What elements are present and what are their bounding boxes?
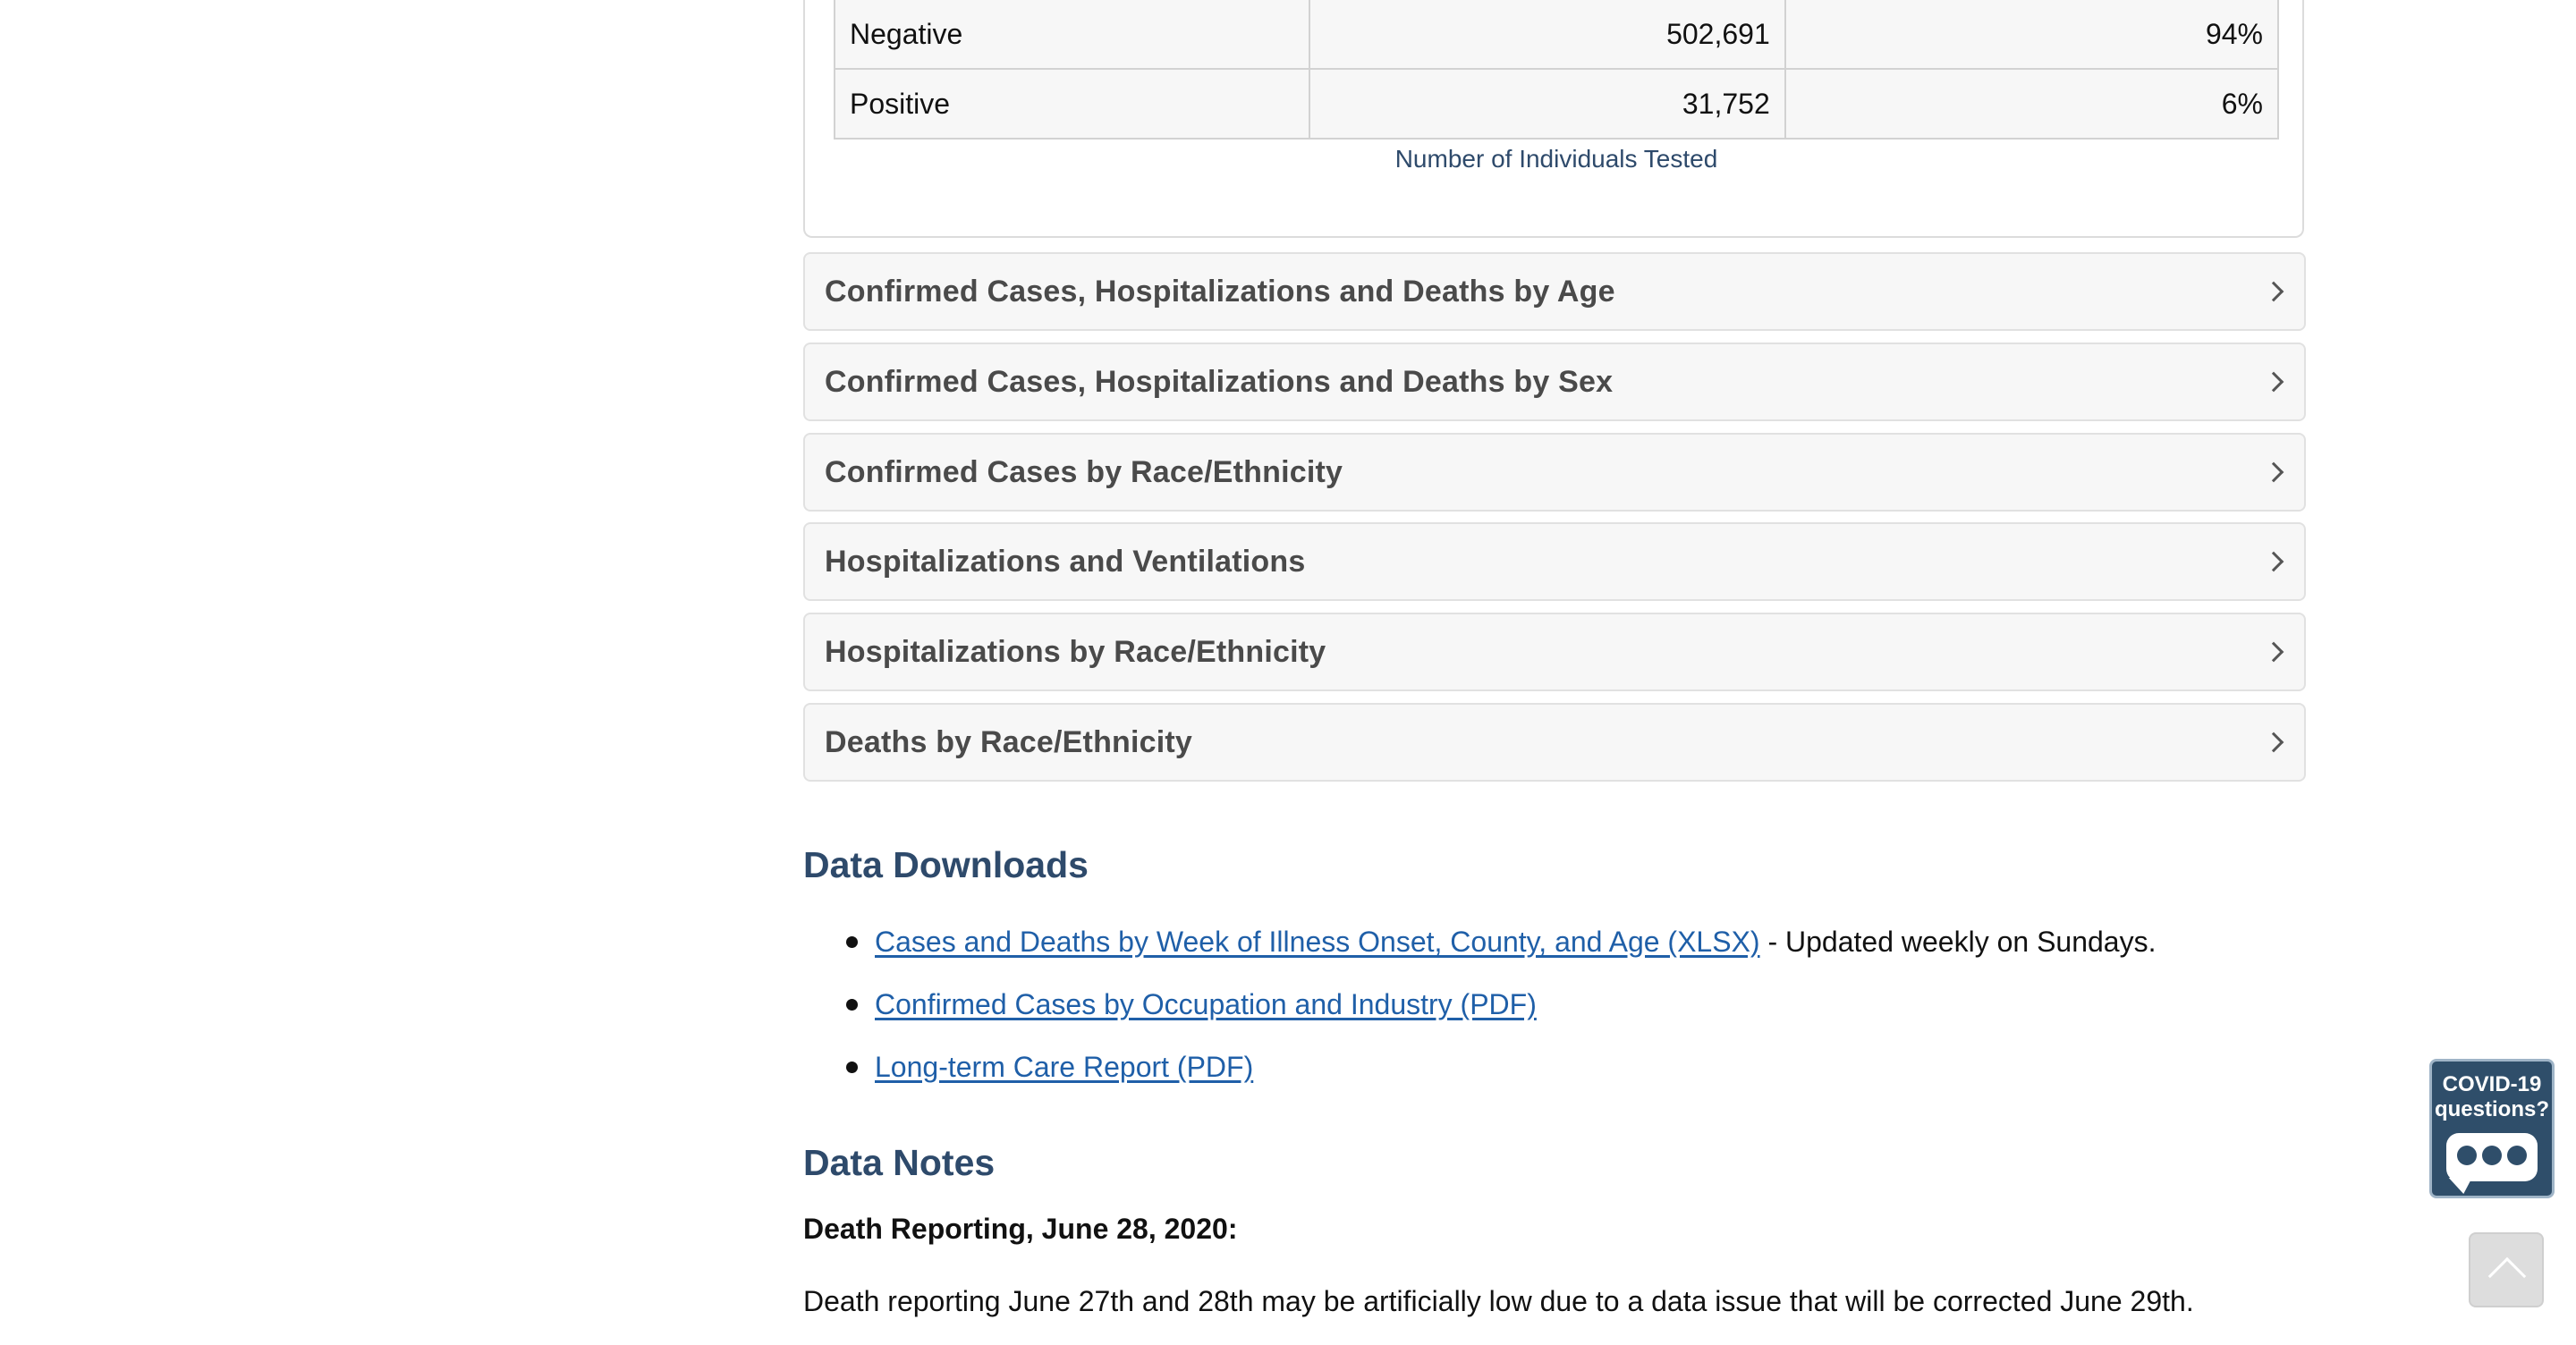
accordion-title: Confirmed Cases, Hospitalizations and De…	[825, 365, 1614, 399]
dot-icon	[2507, 1146, 2527, 1165]
table-row: Negative 502,691 94%	[833, 0, 2280, 70]
arrow-up-icon	[2487, 1256, 2527, 1296]
chevron-right-icon	[2263, 371, 2284, 393]
chevron-right-icon	[2263, 732, 2284, 753]
result-count-cell: 31,752	[1309, 68, 1786, 140]
list-item: Long-term Care Report (PDF)	[803, 1045, 2156, 1107]
list-item: Confirmed Cases by Occupation and Indust…	[803, 982, 2156, 1045]
chat-widget-line1: COVID-19	[2442, 1072, 2542, 1096]
chat-widget-line2: questions?	[2434, 1097, 2549, 1121]
covid-questions-chat-button[interactable]: COVID-19 questions?	[2429, 1059, 2555, 1198]
accordion-title: Hospitalizations by Race/Ethnicity	[825, 635, 1326, 669]
testing-results-table: Negative 502,691 94% Positive 31,752 6%	[833, 0, 2280, 140]
chevron-right-icon	[2263, 641, 2284, 663]
chat-widget-label: COVID-19 questions?	[2432, 1072, 2552, 1122]
chat-bubble-icon	[2446, 1133, 2538, 1181]
note-title: Death Reporting, June 28, 2020:	[803, 1213, 1238, 1245]
note-body: Death reporting June 27th and 28th may b…	[803, 1285, 2194, 1317]
accordion-deaths-by-sex[interactable]: Confirmed Cases, Hospitalizations and De…	[803, 343, 2306, 421]
accordion-deaths-by-race[interactable]: Deaths by Race/Ethnicity	[803, 703, 2306, 782]
table-caption: Number of Individuals Tested	[1394, 145, 1718, 173]
download-note: - Updated weekly on Sundays.	[1759, 926, 2157, 958]
data-downloads-heading: Data Downloads	[803, 844, 1089, 885]
accordion-title: Deaths by Race/Ethnicity	[825, 725, 1193, 759]
result-label-cell: Positive	[833, 68, 1311, 140]
accordion-title: Hospitalizations and Ventilations	[825, 545, 1306, 579]
chevron-right-icon	[2263, 461, 2284, 483]
chevron-right-icon	[2263, 281, 2284, 302]
download-link-cases-deaths-xlsx[interactable]: Cases and Deaths by Week of Illness Onse…	[875, 926, 1760, 958]
list-item: Cases and Deaths by Week of Illness Onse…	[803, 919, 2156, 982]
scroll-to-top-button[interactable]	[2469, 1232, 2544, 1307]
dot-icon	[2482, 1146, 2502, 1165]
chevron-right-icon	[2263, 551, 2284, 572]
bullet-icon	[846, 1062, 858, 1073]
bullet-icon	[846, 999, 858, 1011]
result-label-cell: Negative	[833, 0, 1311, 70]
bullet-icon	[846, 936, 858, 948]
accordion-deaths-by-age[interactable]: Confirmed Cases, Hospitalizations and De…	[803, 252, 2306, 331]
accordion-cases-by-race[interactable]: Confirmed Cases by Race/Ethnicity	[803, 433, 2306, 512]
accordion-hospitalizations-ventilations[interactable]: Hospitalizations and Ventilations	[803, 522, 2306, 601]
result-count-cell: 502,691	[1309, 0, 1786, 70]
result-percent-cell: 94%	[1784, 0, 2280, 70]
table-row: Positive 31,752 6%	[833, 68, 2280, 140]
accordion-title: Confirmed Cases by Race/Ethnicity	[825, 455, 1343, 489]
download-link-occupation-pdf[interactable]: Confirmed Cases by Occupation and Indust…	[875, 988, 1537, 1020]
dot-icon	[2457, 1146, 2477, 1165]
download-link-long-term-care-pdf[interactable]: Long-term Care Report (PDF)	[875, 1051, 1253, 1083]
result-percent-cell: 6%	[1784, 68, 2280, 140]
accordion-title: Confirmed Cases, Hospitalizations and De…	[825, 275, 1615, 309]
downloads-list: Cases and Deaths by Week of Illness Onse…	[803, 919, 2156, 1107]
page: Negative 502,691 94% Positive 31,752 6% …	[0, 0, 2576, 1345]
data-notes-heading: Data Notes	[803, 1142, 996, 1183]
accordion-hospitalizations-by-race[interactable]: Hospitalizations by Race/Ethnicity	[803, 613, 2306, 691]
